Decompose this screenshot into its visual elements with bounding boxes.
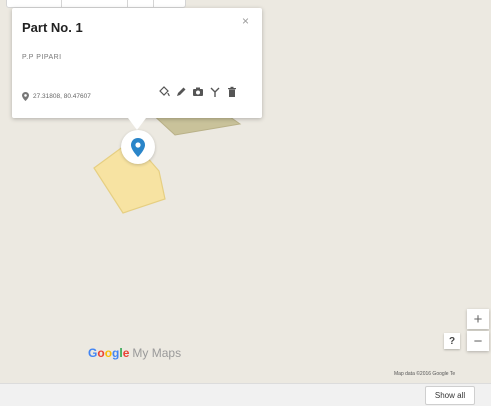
pencil-icon[interactable] [175, 86, 187, 98]
google-logo: Google [88, 346, 130, 360]
google-my-maps-logo: Google My Maps [88, 346, 181, 360]
info-title: Part No. 1 [22, 20, 83, 35]
camera-icon[interactable] [192, 86, 204, 98]
zoom-in-button[interactable]: + [467, 309, 489, 329]
footer-bar [0, 383, 491, 406]
info-window-pointer [128, 118, 146, 130]
coordinates-text: 27.31808, 80.47607 [33, 93, 91, 100]
map-attribution: Map data ©2016 Google Te [394, 371, 456, 377]
info-window: Part No. 1 × P.P PIPARI 27.31808, 80.476… [12, 8, 262, 118]
close-icon[interactable]: × [242, 14, 249, 28]
zoom-out-button[interactable]: − [467, 331, 489, 351]
info-actions [158, 86, 238, 98]
location-pin-icon [131, 137, 145, 157]
trash-icon[interactable] [226, 86, 238, 98]
route-icon[interactable] [209, 86, 221, 98]
map-marker[interactable] [121, 130, 155, 164]
my-maps-label: My Maps [132, 346, 182, 360]
show-all-button[interactable]: Show all [425, 386, 475, 405]
paint-bucket-icon[interactable] [158, 86, 170, 98]
help-button[interactable]: ? [444, 333, 460, 349]
coordinates-row: 27.31808, 80.47607 [22, 92, 91, 101]
info-description: P.P PIPARI [22, 54, 62, 61]
location-pin-icon [22, 92, 29, 101]
top-control-strip[interactable] [6, 0, 186, 8]
